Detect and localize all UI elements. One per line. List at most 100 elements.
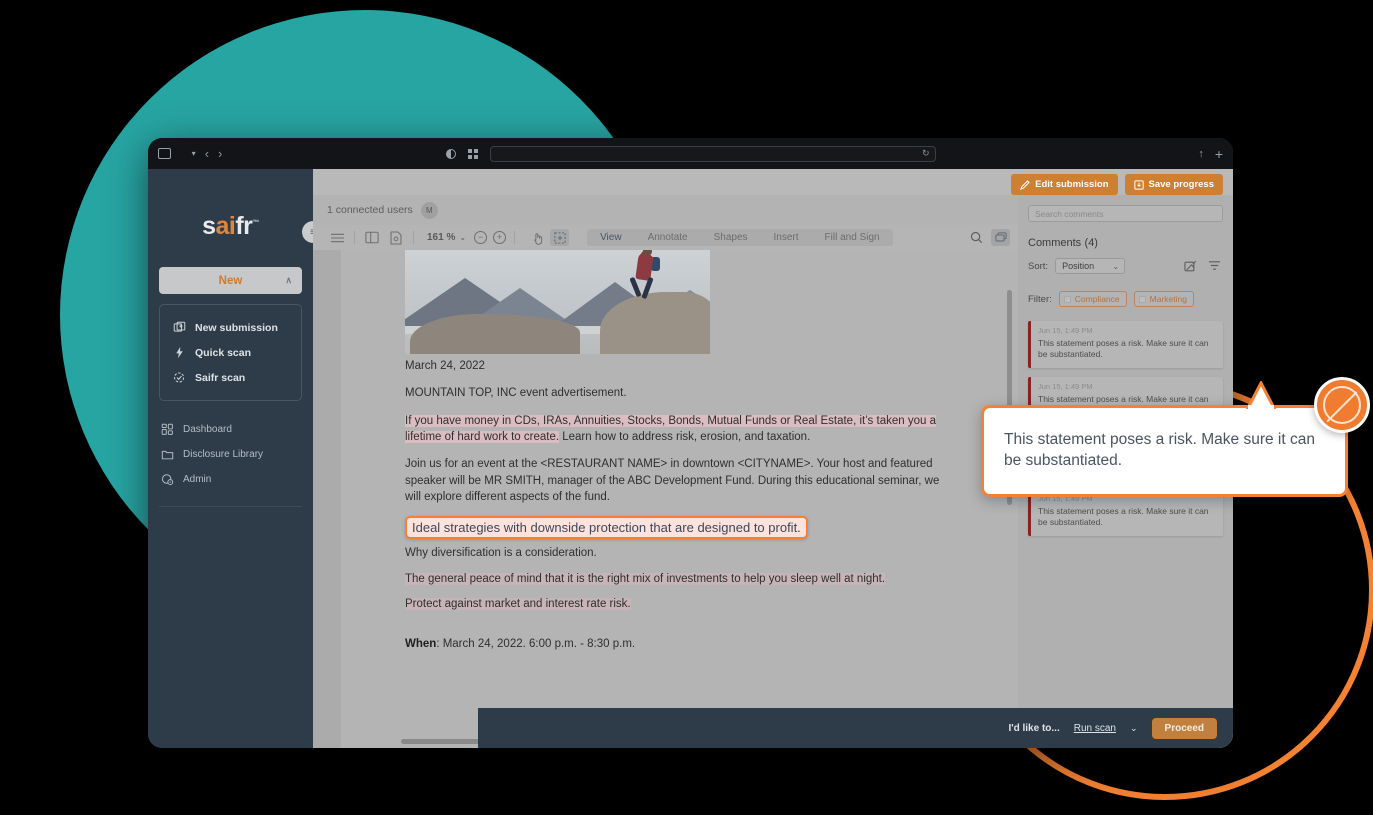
back-icon[interactable]: ‹ (205, 147, 209, 160)
sort-select-value: Position (1062, 261, 1095, 271)
page-thumbnail-icon[interactable] (384, 230, 408, 245)
lightning-icon (173, 346, 186, 359)
doc-paragraph-b: Join us for an event at the <RESTAURANT … (405, 458, 940, 503)
comment-card[interactable]: Jun 15, 1:49 PM This statement poses a r… (1028, 321, 1223, 368)
bottom-action-bar: I'd like to... Run scan ⌄ Proceed (478, 708, 1233, 748)
pan-hand-icon[interactable] (526, 231, 550, 245)
comment-timestamp: Jun 15, 1:49 PM (1038, 326, 1093, 335)
tab-annotate[interactable]: Annotate (635, 229, 701, 246)
run-scan-link[interactable]: Run scan (1074, 723, 1116, 734)
doc-date: March 24, 2022 (405, 360, 485, 372)
filter-chip-label: Marketing (1149, 294, 1187, 304)
sidebar-item-saifr-scan[interactable]: Saifr scan (160, 365, 301, 390)
saifr-logo: saifr™ (148, 212, 313, 241)
pdf-page-area[interactable]: March 24, 2022 MOUNTAIN TOP, INC event a… (313, 250, 1018, 748)
sort-select[interactable]: Position ⌄ (1055, 258, 1126, 274)
forward-icon[interactable]: › (218, 147, 222, 160)
save-progress-label: Save progress (1148, 179, 1214, 190)
sidebar-item-new-submission[interactable]: New submission (160, 315, 301, 340)
highlight-risk-b: The general peace of mind that it is the… (405, 572, 886, 585)
tab-view[interactable]: View (587, 229, 635, 246)
sort-label: Sort: (1028, 260, 1049, 272)
proceed-button[interactable]: Proceed (1151, 717, 1217, 739)
sidebar-item-label: Admin (183, 474, 212, 485)
doc-line-protect: Protect against market and interest rate… (405, 596, 944, 612)
share-icon[interactable]: ↑ (1198, 148, 1204, 160)
chevron-down-icon[interactable]: ⌄ (459, 233, 466, 242)
comment-timestamp: Jun 15, 1:49 PM (1038, 381, 1093, 391)
copy-annotation-icon[interactable] (1184, 260, 1197, 273)
comments-icon[interactable] (991, 229, 1010, 246)
sidebar-item-disclosure-library[interactable]: Disclosure Library (148, 442, 313, 467)
tab-insert[interactable]: Insert (761, 229, 812, 246)
comment-text: This statement poses a risk. Make sure i… (1038, 505, 1209, 528)
page-sheet: March 24, 2022 MOUNTAIN TOP, INC event a… (341, 250, 1000, 748)
chevron-up-icon: ∧ (285, 275, 292, 285)
zoom-in-button[interactable]: + (493, 231, 507, 244)
admin-gear-icon (161, 473, 174, 486)
doc-when-label: When (405, 638, 437, 651)
save-progress-button[interactable]: Save progress (1124, 174, 1223, 195)
highlight-risk-c: Protect against market and interest rate… (405, 597, 631, 610)
sidebar-toggle-icon[interactable] (158, 148, 171, 159)
page-canvas: March 24, 2022 MOUNTAIN TOP, INC event a… (313, 250, 1018, 748)
hero-photo (405, 250, 710, 354)
filter-chip-compliance[interactable]: Compliance (1058, 291, 1127, 307)
comments-count: (4) (1084, 237, 1098, 249)
tab-shapes[interactable]: Shapes (701, 229, 761, 246)
avatar[interactable]: M (420, 201, 438, 219)
chevron-down-icon: ⌄ (1112, 261, 1120, 271)
tab-overview-icon[interactable] (467, 148, 478, 159)
hamburger-menu-icon[interactable] (325, 233, 349, 243)
sidebar-dropdown-chevron-icon[interactable]: ▾ (192, 149, 196, 158)
sidebar-item-quick-scan[interactable]: Quick scan (160, 340, 301, 365)
callout-pointer (1246, 381, 1276, 409)
dashboard-grid-icon (161, 423, 174, 436)
toolbar-tabs: View Annotate Shapes Insert Fill and Sig… (587, 229, 893, 246)
chevron-down-icon[interactable]: ⌄ (1130, 723, 1138, 734)
filter-chip-marketing[interactable]: Marketing (1133, 291, 1194, 307)
filter-icon[interactable] (1208, 260, 1221, 273)
comments-sort-row: Sort: Position ⌄ (1028, 258, 1223, 274)
edit-submission-button[interactable]: Edit submission (1011, 174, 1118, 195)
document-toolbar: 161 % ⌄ − + View Annotate Shapes Insert … (313, 225, 1018, 250)
tab-fill-and-sign[interactable]: Fill and Sign (812, 229, 893, 246)
edit-submission-label: Edit submission (1035, 179, 1109, 190)
zoom-out-button[interactable]: − (474, 231, 488, 244)
new-submission-icon (173, 321, 186, 334)
search-icon[interactable] (970, 231, 983, 244)
page-gutter (313, 250, 341, 748)
document-pane: 1 connected users M 161 % ⌄ − + View Ann… (313, 195, 1018, 748)
sidebar-item-label: Disclosure Library (183, 449, 264, 460)
logo-part-s: s (202, 212, 216, 240)
sidebar-item-label: Quick scan (195, 346, 252, 359)
reload-icon[interactable]: ↻ (922, 148, 930, 159)
new-tab-icon[interactable]: + (1215, 147, 1223, 161)
sidebar-divider (159, 506, 302, 507)
doc-when-value: : March 24, 2022. 6:00 p.m. - 8:30 p.m. (436, 638, 636, 651)
folder-icon (161, 448, 174, 461)
checkbox-icon[interactable] (1138, 295, 1146, 303)
url-input[interactable]: ↻ (489, 145, 936, 162)
browser-chrome: ‹ ▾ ‹ › ↻ ↑ + (148, 138, 1233, 169)
logo-part-fr: fr (235, 212, 253, 240)
checkbox-icon[interactable] (1063, 295, 1071, 303)
document-text: March 24, 2022 MOUNTAIN TOP, INC event a… (405, 358, 944, 650)
new-button[interactable]: New ∧ (159, 267, 302, 294)
sidebar-item-admin[interactable]: Admin (148, 467, 313, 492)
selected-text-annotation[interactable]: Ideal strategies with downside protectio… (405, 516, 808, 540)
layout-panel-icon[interactable] (360, 231, 384, 244)
search-comments-input[interactable]: Search comments (1028, 205, 1223, 222)
sidebar-item-dashboard[interactable]: Dashboard (148, 417, 313, 442)
zoom-level-value[interactable]: 161 % (427, 232, 455, 243)
contrast-icon[interactable] (445, 148, 456, 159)
app-sidebar: saifr™ ≡ New ∧ New submission (148, 169, 324, 748)
submission-actions: Edit submission Save progress (1011, 174, 1223, 195)
bottom-prompt-label: I'd like to... (1008, 722, 1060, 734)
marquee-select-icon[interactable] (550, 229, 570, 246)
save-disk-icon (1133, 179, 1144, 190)
sidebar-bottom-fill (148, 708, 313, 748)
prohibited-circle-icon (1314, 377, 1370, 433)
doc-when-line: When: March 24, 2022. 6:00 p.m. - 8:30 p… (405, 638, 944, 650)
sidebar-item-label: Dashboard (183, 424, 232, 435)
